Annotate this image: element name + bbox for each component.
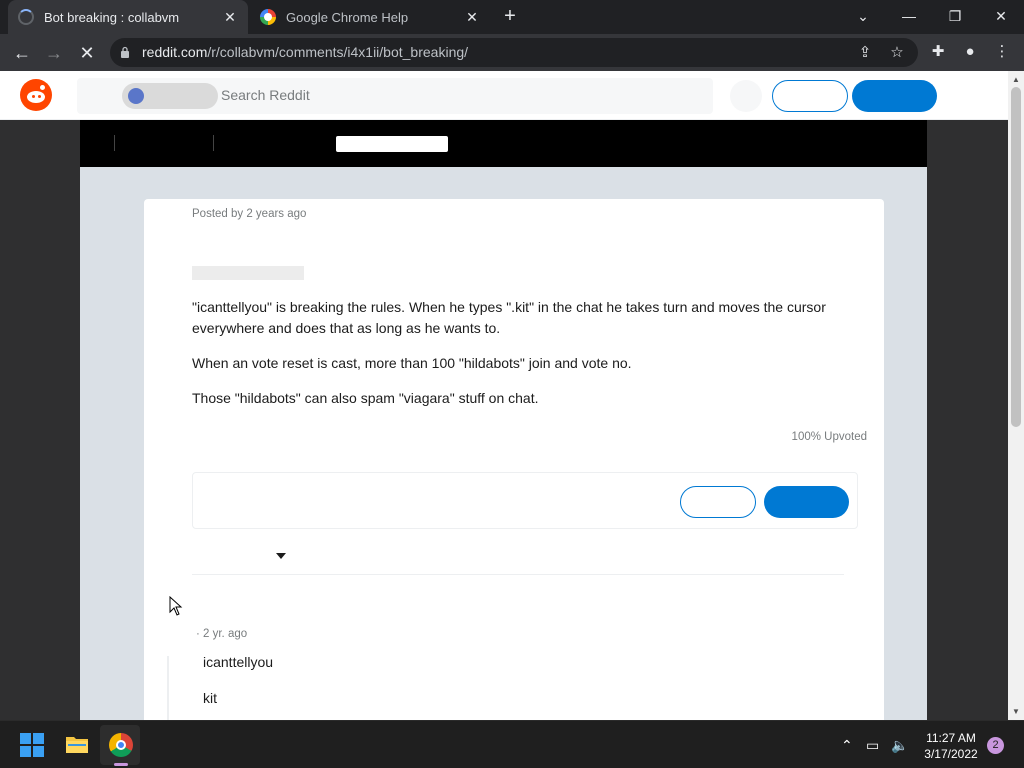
post-card: Posted by 2 years ago "icanttellyou" is … <box>144 199 884 720</box>
comment-meta: · 2 yr. ago <box>196 628 248 640</box>
post-paragraph: When an vote reset is cast, more than 10… <box>192 355 632 371</box>
clock-time: 11:27 AM <box>926 731 976 745</box>
browser-tab-strip: Bot breaking : collabvm ✕ Google Chrome … <box>0 0 1024 34</box>
close-window-icon[interactable]: ✕ <box>978 0 1024 34</box>
close-tab-icon[interactable]: ✕ <box>222 9 238 26</box>
profile-avatar-icon[interactable]: ● <box>960 42 980 62</box>
upvote-ratio: 100% Upvoted <box>791 431 867 443</box>
tab-chrome-help[interactable]: Google Chrome Help ✕ <box>250 0 490 34</box>
mouse-cursor-icon <box>169 596 183 616</box>
post-paragraph: Those "hildabots" can also spam "viagara… <box>192 390 539 406</box>
chrome-icon <box>109 733 133 757</box>
post-title-placeholder <box>192 266 304 280</box>
comment-line: kit <box>203 690 217 706</box>
volume-icon[interactable]: 🔈 <box>891 737 908 754</box>
post-meta: Posted by 2 years ago <box>192 208 307 220</box>
sort-dropdown-caret-icon[interactable] <box>276 553 286 559</box>
scroll-up-icon[interactable]: ▲ <box>1008 75 1024 84</box>
notification-badge[interactable]: 2 <box>987 737 1004 754</box>
overlay-backdrop-right[interactable] <box>927 120 1008 720</box>
search-input[interactable] <box>221 87 621 103</box>
loading-spinner-icon <box>18 9 34 25</box>
comment-thread-line[interactable] <box>167 656 169 720</box>
google-icon <box>260 9 276 25</box>
close-tab-icon[interactable]: ✕ <box>464 9 480 26</box>
reddit-header <box>0 71 1008 120</box>
file-explorer-icon[interactable] <box>65 734 89 754</box>
minimize-icon[interactable]: — <box>886 0 932 34</box>
page-scrollbar[interactable]: ▲ ▼ <box>1008 71 1024 720</box>
url-text: reddit.com/r/collabvm/comments/i4x1ii/bo… <box>142 44 469 60</box>
address-bar[interactable]: reddit.com/r/collabvm/comments/i4x1ii/bo… <box>110 38 918 67</box>
tab-title: Bot breaking : collabvm <box>44 9 180 25</box>
restore-icon[interactable]: ❐ <box>932 0 978 34</box>
qr-code-button[interactable] <box>730 80 762 112</box>
windows-start-icon[interactable] <box>20 733 44 757</box>
divider <box>192 574 844 575</box>
tab-title: Google Chrome Help <box>286 9 409 25</box>
browser-toolbar: ← → ✕ reddit.com/r/collabvm/comments/i4x… <box>0 34 1024 71</box>
extensions-puzzle-icon[interactable]: ✚ <box>928 42 948 62</box>
scroll-down-icon[interactable]: ▼ <box>1008 707 1024 716</box>
comment-line: icanttellyou <box>203 654 274 670</box>
active-app-indicator <box>114 763 128 766</box>
overlay-backdrop-left[interactable] <box>0 120 80 720</box>
clock-date: 3/17/2022 <box>924 747 978 761</box>
community-icon <box>128 88 144 104</box>
windows-taskbar: ⌃ ▭ 🔈 11:27 AM 3/17/2022 2 <box>0 720 1024 768</box>
comment-login-prompt <box>192 472 858 529</box>
comment-sign-up-button[interactable] <box>764 486 849 518</box>
stop-loading-icon[interactable]: ✕ <box>74 40 100 66</box>
post-body: "icanttellyou" is breaking the rules. Wh… <box>192 297 852 423</box>
search-bar <box>77 78 713 114</box>
share-icon[interactable]: ⇪ <box>856 44 874 62</box>
post-paragraph: "icanttellyou" is breaking the rules. Wh… <box>192 299 826 336</box>
post-overlay-topbar <box>80 120 927 167</box>
tab-bot-breaking[interactable]: Bot breaking : collabvm ✕ <box>8 0 248 34</box>
tray-chevron-up-icon[interactable]: ⌃ <box>841 737 853 754</box>
reddit-logo-icon[interactable] <box>20 79 52 111</box>
more-menu-icon[interactable]: ⋮ <box>992 42 1012 62</box>
tab-search-chevron-icon[interactable]: ⌄ <box>840 0 886 34</box>
forward-arrow-icon[interactable]: → <box>41 40 67 66</box>
system-clock[interactable]: 11:27 AM 3/17/2022 <box>916 730 986 762</box>
scrollbar-thumb[interactable] <box>1011 87 1021 427</box>
bookmark-star-icon[interactable]: ☆ <box>888 44 906 62</box>
close-overlay-button[interactable] <box>336 136 448 152</box>
back-arrow-icon[interactable]: ← <box>9 40 35 66</box>
log-in-button[interactable] <box>852 80 937 112</box>
network-icon[interactable]: ▭ <box>866 737 879 754</box>
comment-log-in-button[interactable] <box>680 486 756 518</box>
get-app-button[interactable] <box>772 80 848 112</box>
lock-icon <box>121 46 129 58</box>
new-tab-plus-icon[interactable]: + <box>500 6 520 26</box>
community-filter-pill[interactable] <box>122 83 218 109</box>
